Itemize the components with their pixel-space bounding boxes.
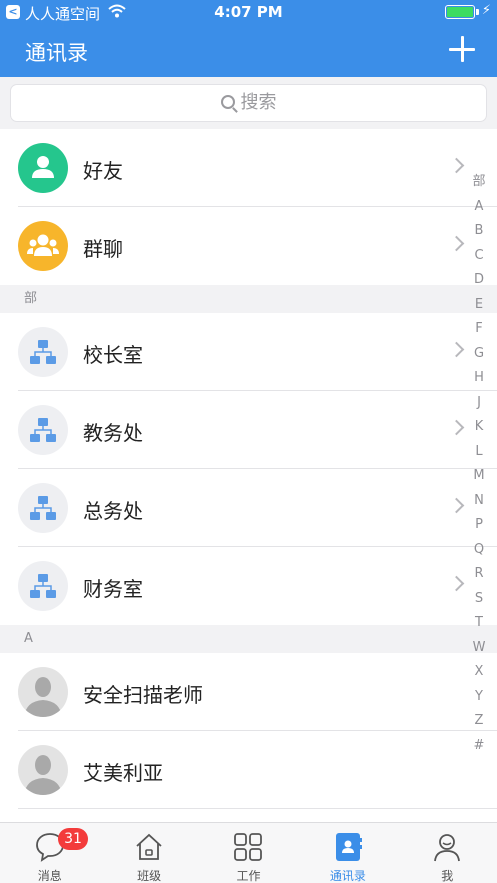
list-item-label: 校长室 [83, 343, 143, 367]
index-letter[interactable]: 部 [466, 170, 492, 195]
tab-label: 工作 [236, 869, 261, 883]
index-letter[interactable]: M [466, 464, 492, 489]
tab-label: 班级 [137, 869, 162, 883]
nav-bar: 通讯录 [0, 24, 497, 77]
search-input[interactable]: 搜索 [10, 84, 487, 122]
list-item-department[interactable]: 校长室 [0, 313, 497, 391]
list-item-label: 总务处 [83, 499, 143, 523]
person-icon [434, 834, 461, 862]
index-letter[interactable]: C [466, 244, 492, 269]
list-item-label: 好友 [83, 159, 123, 183]
battery-nub [476, 9, 479, 15]
tab-work[interactable]: 工作 [199, 823, 298, 883]
chevron-right-icon [448, 157, 465, 174]
index-letter[interactable]: A [466, 195, 492, 220]
tab-contacts[interactable]: 通讯录 [298, 823, 397, 883]
alphabet-index[interactable]: 部 A B C D E F G H J K L M N P Q R S T W … [466, 170, 492, 758]
index-letter[interactable]: R [466, 562, 492, 587]
index-letter[interactable]: B [466, 219, 492, 244]
contact-list: 好友 群聊 部 校长室 教务处 总务处 财务室 A 安全扫描老师 艾美利亚 [0, 129, 497, 883]
tab-bar: 31 消息 班级 工作 通讯录 我 [0, 822, 497, 883]
index-letter[interactable]: K [466, 415, 492, 440]
index-letter[interactable]: E [466, 293, 492, 318]
index-letter[interactable]: D [466, 268, 492, 293]
chevron-right-icon [448, 419, 465, 436]
chevron-right-icon [448, 235, 465, 252]
status-bar: < 人人通空间 4:07 PM ⚡ [0, 0, 497, 24]
chevron-right-icon [448, 575, 465, 592]
tab-label: 通讯录 [329, 869, 366, 883]
org-chart-icon [18, 483, 68, 533]
list-item-department[interactable]: 总务处 [0, 469, 497, 547]
list-item-label: 群聊 [83, 237, 123, 261]
index-letter[interactable]: X [466, 660, 492, 685]
chevron-right-icon [448, 497, 465, 514]
status-time: 4:07 PM [214, 3, 283, 21]
chevron-right-icon [448, 341, 465, 358]
list-item-contact[interactable]: 安全扫描老师 [0, 653, 497, 731]
org-chart-icon [18, 327, 68, 377]
contacts-book-icon [335, 833, 362, 861]
tab-me[interactable]: 我 [398, 823, 497, 883]
list-item-group-chat[interactable]: 群聊 [0, 207, 497, 285]
list-item-label: 教务处 [83, 421, 143, 445]
page-title: 通讯录 [25, 41, 88, 65]
org-chart-icon [18, 561, 68, 611]
list-item-label: 财务室 [83, 577, 143, 601]
list-item-label: 安全扫描老师 [83, 683, 203, 707]
index-letter[interactable]: N [466, 489, 492, 514]
index-letter[interactable]: S [466, 587, 492, 612]
grid-icon [234, 833, 263, 861]
section-header-a: A [0, 625, 497, 653]
list-item-friends[interactable]: 好友 [0, 129, 497, 207]
tab-label: 消息 [37, 869, 62, 883]
group-chat-icon [18, 221, 68, 271]
index-letter[interactable]: J [466, 391, 492, 416]
battery-icon [445, 5, 475, 19]
index-letter[interactable]: Y [466, 685, 492, 710]
index-letter[interactable]: G [466, 342, 492, 367]
section-header-dept: 部 [0, 285, 497, 313]
index-letter[interactable]: P [466, 513, 492, 538]
list-item-contact[interactable]: 艾美利亚 [0, 731, 497, 809]
index-letter[interactable]: # [466, 734, 492, 759]
add-icon[interactable] [449, 36, 475, 62]
index-letter[interactable]: T [466, 611, 492, 636]
index-letter[interactable]: Q [466, 538, 492, 563]
index-letter[interactable]: W [466, 636, 492, 661]
avatar [18, 667, 68, 717]
search-icon [220, 95, 235, 109]
friends-icon [18, 143, 68, 193]
index-letter[interactable]: Z [466, 709, 492, 734]
list-item-department[interactable]: 教务处 [0, 391, 497, 469]
unread-badge: 31 [58, 828, 88, 850]
charging-icon: ⚡ [481, 3, 491, 18]
tab-messages[interactable]: 31 消息 [0, 823, 99, 883]
list-item-label: 艾美利亚 [83, 761, 163, 785]
home-icon [136, 833, 162, 860]
search-area: 搜索 [0, 77, 497, 129]
tab-label: 我 [441, 869, 454, 883]
tab-class[interactable]: 班级 [99, 823, 198, 883]
search-placeholder: 搜索 [240, 92, 277, 113]
index-letter[interactable]: H [466, 366, 492, 391]
org-chart-icon [18, 405, 68, 455]
list-item-department[interactable]: 财务室 [0, 547, 497, 625]
index-letter[interactable]: F [466, 317, 492, 342]
avatar [18, 745, 68, 795]
index-letter[interactable]: L [466, 440, 492, 465]
